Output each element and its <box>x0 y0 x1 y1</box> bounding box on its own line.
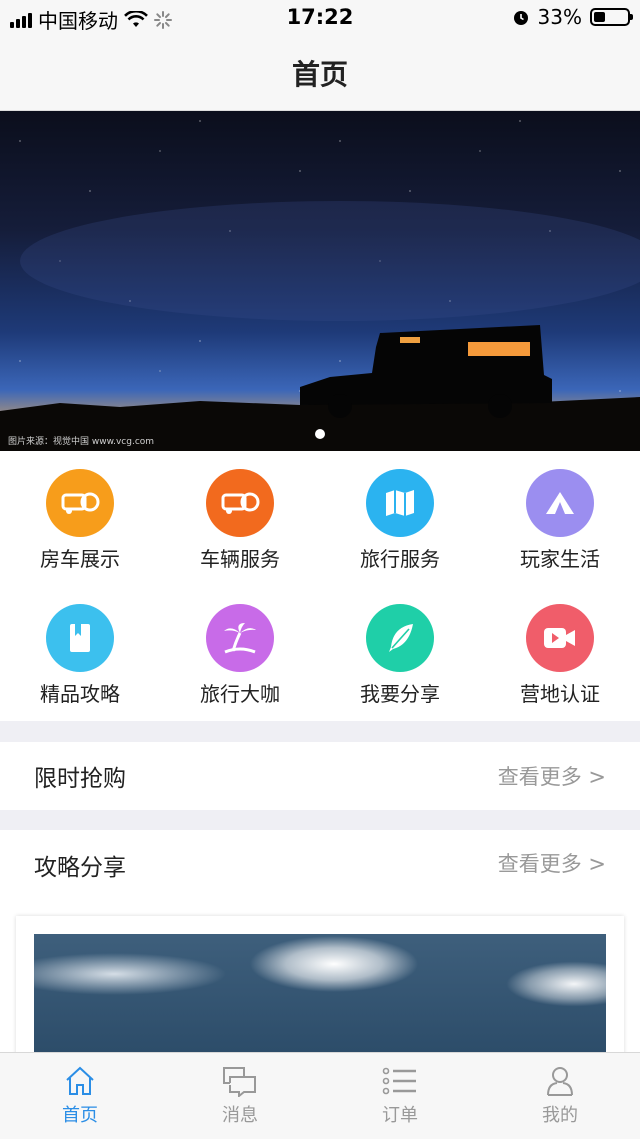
guide-card[interactable] <box>16 916 624 1056</box>
grid-item-label: 旅行服务 <box>360 547 440 571</box>
grid-item-share[interactable]: 我要分享 <box>320 586 480 721</box>
grid-item-label: 车辆服务 <box>200 547 280 571</box>
status-bar: 中国移动 17:22 33% <box>0 0 640 36</box>
tab-orders-label: 订单 <box>382 1105 418 1126</box>
feather-icon <box>366 604 434 672</box>
carousel-indicator-dot[interactable] <box>315 429 325 439</box>
tent-icon <box>526 469 594 537</box>
grid-item-label: 营地认证 <box>520 682 600 706</box>
status-right: 33% <box>512 5 633 29</box>
guides-section: 攻略分享 查看更多 > <box>0 830 640 908</box>
grid-item-rv-showcase[interactable]: 房车展示 <box>0 451 160 586</box>
grid-item-label: 我要分享 <box>360 682 440 706</box>
banner-image <box>0 201 640 451</box>
battery-percent: 33% <box>537 5 582 29</box>
palm-tree-icon <box>206 604 274 672</box>
tab-home-label: 首页 <box>62 1105 98 1126</box>
banner-credit: 图片来源：视觉中国 www.vcg.com <box>8 437 155 447</box>
grid-item-player-life[interactable]: 玩家生活 <box>480 451 640 586</box>
list-icon <box>382 1067 416 1095</box>
flash-sale-title: 限时抢购 <box>34 766 126 792</box>
grid-item-travel-experts[interactable]: 旅行大咖 <box>160 586 320 721</box>
battery-icon <box>590 8 633 26</box>
flash-sale-more-link[interactable]: 查看更多 > <box>498 761 606 791</box>
tab-me[interactable]: 我的 <box>480 1053 640 1139</box>
guides-title: 攻略分享 <box>34 855 126 881</box>
video-camera-icon <box>526 604 594 672</box>
feature-grid: 房车展示 车辆服务 旅行服务 玩家生活 精品攻略 旅行大咖 我要分享 营地认证 <box>0 451 640 721</box>
page-title: 首页 <box>291 58 348 91</box>
alarm-icon <box>513 11 528 25</box>
grid-item-label: 精品攻略 <box>40 682 120 706</box>
nav-bar: 首页 <box>0 36 640 111</box>
user-icon <box>547 1067 573 1096</box>
grid-item-label: 玩家生活 <box>520 547 600 571</box>
tab-messages-label: 消息 <box>222 1105 258 1126</box>
grid-item-travel-service[interactable]: 旅行服务 <box>320 451 480 586</box>
tab-me-label: 我的 <box>542 1105 578 1126</box>
tab-home[interactable]: 首页 <box>0 1053 160 1139</box>
flash-sale-section: 限时抢购 查看更多 > <box>0 742 640 810</box>
tab-orders[interactable]: 订单 <box>320 1053 480 1139</box>
tab-messages[interactable]: 消息 <box>160 1053 320 1139</box>
tab-bar: 首页 消息 订单 我的 <box>0 1052 640 1139</box>
grid-item-label: 房车展示 <box>40 547 120 571</box>
map-icon <box>366 469 434 537</box>
rv-icon <box>46 469 114 537</box>
message-icon <box>223 1067 256 1097</box>
grid-item-vehicle-service[interactable]: 车辆服务 <box>160 451 320 586</box>
grid-item-campsite-certification[interactable]: 营地认证 <box>480 586 640 721</box>
grid-item-label: 旅行大咖 <box>200 682 280 706</box>
guide-card-image <box>34 934 606 1056</box>
guides-more-link[interactable]: 查看更多 > <box>498 848 606 878</box>
grid-item-premium-guides[interactable]: 精品攻略 <box>0 586 160 721</box>
home-icon <box>66 1066 94 1095</box>
book-icon <box>46 604 114 672</box>
rv-service-icon <box>206 469 274 537</box>
banner-carousel[interactable]: 图片来源：视觉中国 www.vcg.com <box>0 111 640 451</box>
